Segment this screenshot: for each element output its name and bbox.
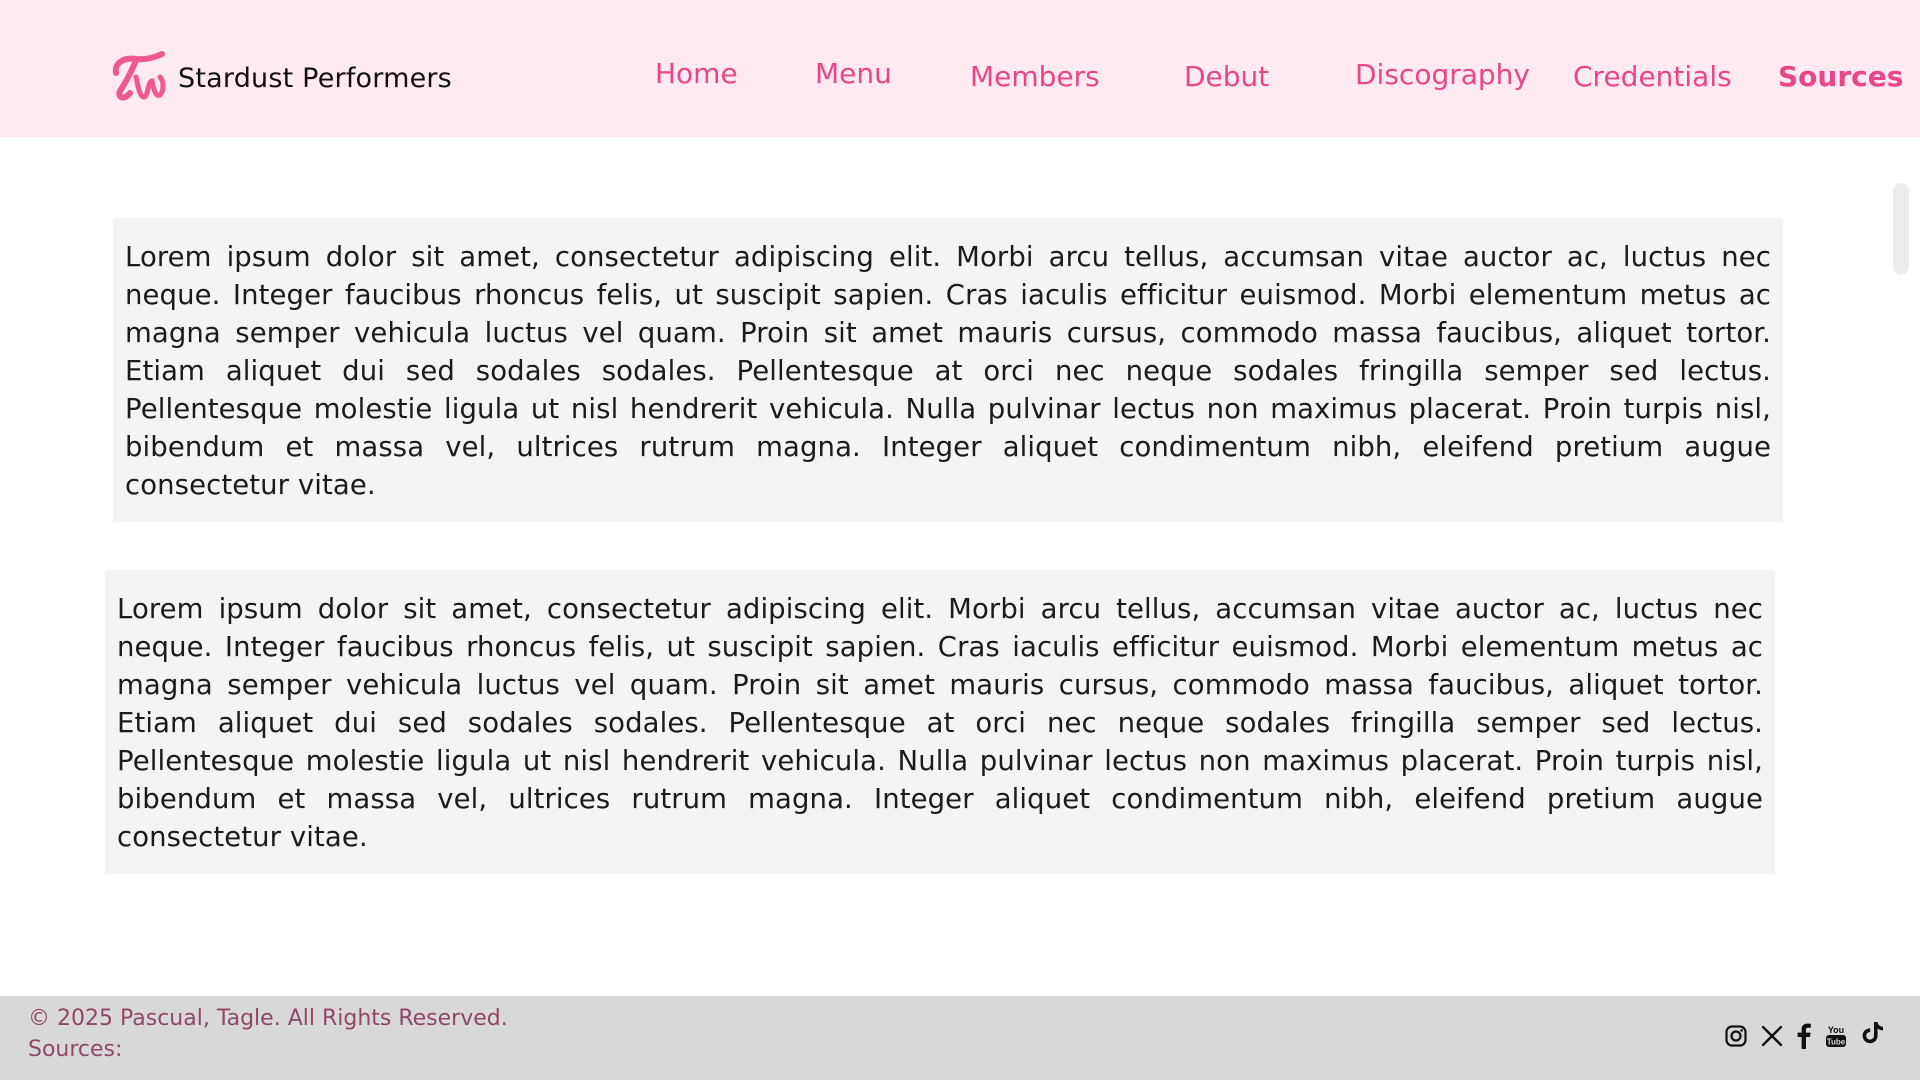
nav-discography[interactable]: Discography bbox=[1355, 58, 1530, 91]
card-text: Lorem ipsum dolor sit amet, consectetur … bbox=[117, 593, 1763, 853]
page: Stardust Performers Home Menu Members De… bbox=[0, 0, 1920, 1080]
tiktok-icon[interactable] bbox=[1860, 1018, 1886, 1046]
card-text: Lorem ipsum dolor sit amet, consectetur … bbox=[125, 241, 1771, 501]
brand-logo-icon bbox=[110, 51, 166, 105]
x-icon[interactable] bbox=[1758, 1022, 1786, 1050]
brand-name: Stardust Performers bbox=[178, 62, 452, 94]
youtube-icon[interactable]: You Tube bbox=[1822, 1022, 1850, 1050]
svg-text:You: You bbox=[1828, 1025, 1844, 1035]
sources-label: Sources: bbox=[28, 1037, 123, 1062]
scrollbar-thumb[interactable] bbox=[1893, 183, 1909, 275]
svg-text:Tube: Tube bbox=[1827, 1038, 1846, 1047]
nav-menu[interactable]: Menu bbox=[815, 57, 892, 90]
nav-credentials[interactable]: Credentials bbox=[1573, 60, 1732, 93]
copyright-text: © 2025 Pascual, Tagle. All Rights Reserv… bbox=[28, 1006, 508, 1031]
site-header: Stardust Performers Home Menu Members De… bbox=[0, 0, 1920, 137]
nav-members[interactable]: Members bbox=[970, 60, 1100, 93]
nav-home[interactable]: Home bbox=[655, 57, 738, 90]
content-card-1: Lorem ipsum dolor sit amet, consectetur … bbox=[113, 218, 1783, 522]
facebook-icon[interactable] bbox=[1792, 1022, 1816, 1050]
nav-debut[interactable]: Debut bbox=[1184, 60, 1269, 93]
nav-sources[interactable]: Sources bbox=[1778, 60, 1903, 93]
content-card-2: Lorem ipsum dolor sit amet, consectetur … bbox=[105, 570, 1775, 874]
brand[interactable]: Stardust Performers bbox=[110, 48, 452, 108]
instagram-icon[interactable] bbox=[1722, 1022, 1750, 1050]
